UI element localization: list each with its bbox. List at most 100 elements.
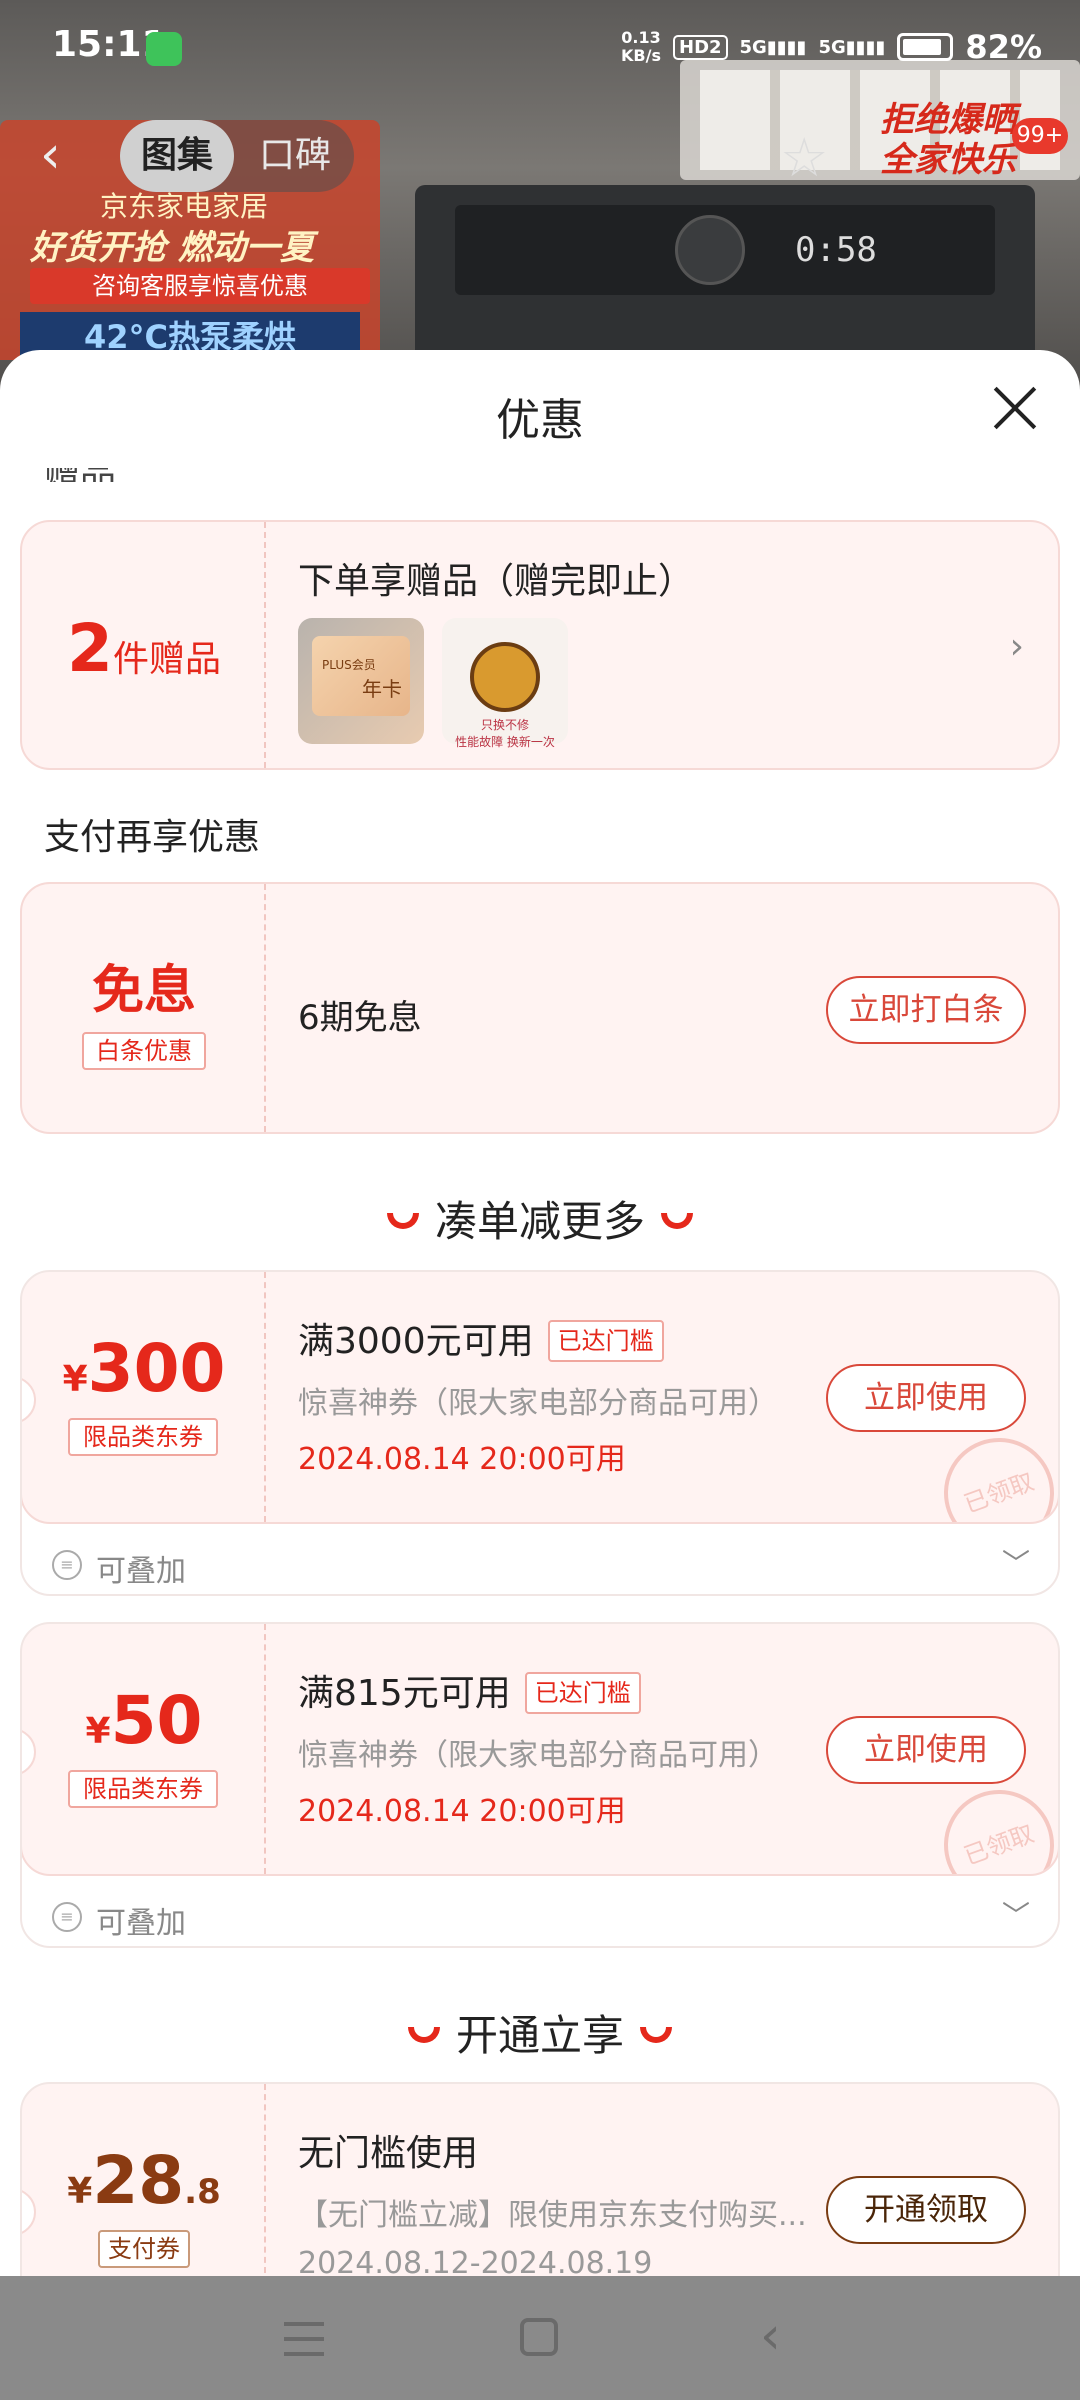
warranty-seal-graphic [470, 642, 540, 712]
coupon-payment-date: 2024.08.12-2024.08.19 [298, 2246, 653, 2276]
smile-left-icon [386, 1212, 419, 1229]
stackable-row[interactable]: ≡ 可叠加 ﹀ [22, 1878, 1058, 1946]
gift-count-unit: 件赠品 [112, 639, 221, 680]
interest-free-label: 免息 [91, 961, 196, 1021]
amount-value: 300 [87, 1330, 226, 1407]
home-icon[interactable] [520, 2318, 558, 2356]
coupon-50-amount: ¥50 [22, 1682, 266, 1759]
coupon-50-left: ¥50 限品类东券 [22, 1624, 266, 1874]
gift-title: 下单享赠品（赠完即止） [298, 561, 695, 602]
gift-card-left: 2件赠品 [22, 522, 266, 768]
discount-sheet: 优惠 赠品 2件赠品 下单享赠品（赠完即止） PLUS会员 年卡 只换不修 性能… [0, 350, 1080, 2276]
coupon-threshold-text: 满3000元可用 [298, 1321, 534, 1362]
stackable-row[interactable]: ≡ 可叠加 ﹀ [22, 1526, 1058, 1594]
threshold-reached-badge: 已达门槛 [524, 1672, 641, 1714]
coupon-50: ¥50 限品类东券 满815元可用 已达门槛 惊喜神券（限大家电部分商品可用） 2… [20, 1622, 1060, 1948]
gift-count-number: 2 [67, 610, 113, 687]
more-section-title: 凑单减更多 [0, 1188, 1080, 1249]
stack-icon: ≡ [52, 1902, 82, 1932]
coupon-payment-left: ¥28.8 支付券 [22, 2084, 266, 2276]
back-chevron-icon[interactable]: ‹ [40, 125, 61, 185]
coupon-threshold-text: 满815元可用 [298, 1673, 511, 1714]
coupon-category-tag: 限品类东券 [68, 1418, 218, 1456]
chevron-down-icon[interactable]: ﹀ [1002, 1894, 1030, 1934]
coupon-300-left: ¥300 限品类东券 [22, 1272, 266, 1522]
smile-right-icon [640, 2026, 672, 2043]
use-now-button[interactable]: 立即使用 [826, 1716, 1026, 1784]
coupon-payment-body: ¥28.8 支付券 无门槛使用 【无门槛立减】限使用京东支付购买... 2024… [22, 2084, 1058, 2276]
network-speed: 0.13 KB/s [621, 29, 661, 65]
open-claim-button[interactable]: 开通领取 [826, 2176, 1026, 2244]
network-speed-value: 0.13 [621, 28, 661, 47]
scrolled-section-label: 赠品 [44, 468, 116, 482]
use-now-button[interactable]: 立即使用 [826, 1364, 1026, 1432]
banner-line3: 咨询客服享惊喜优惠 [30, 268, 370, 304]
star-icon[interactable]: ☆ [780, 126, 828, 189]
coupon-payment-amount: ¥28.8 [22, 2142, 266, 2219]
coupon-date: 2024.08.14 20:00可用 [298, 1442, 626, 1477]
chevron-down-icon[interactable]: ﹀ [1002, 1542, 1030, 1582]
system-nav-bar: ‹ [0, 2276, 1080, 2400]
smile-right-icon [661, 1212, 693, 1229]
tab-gallery[interactable]: 图集 [120, 120, 234, 192]
stackable-label: 可叠加 [96, 1906, 186, 1941]
open-section-title-text: 开通立享 [455, 2011, 624, 2060]
signal-5g-label: 5G [739, 36, 767, 58]
gift-image-plus-card[interactable]: PLUS会员 年卡 [298, 618, 424, 744]
washer-knob [675, 215, 745, 285]
network-speed-unit: KB/s [621, 46, 661, 65]
installment-text: 6期免息 [298, 998, 422, 1038]
status-right: 0.13 KB/s HD2 5G▮▮▮▮ 5G▮▮▮▮ 82% [621, 28, 1042, 66]
plus-card-label: 年卡 [362, 677, 402, 701]
warranty-label: 只换不修 [480, 718, 529, 732]
menu-icon[interactable] [284, 2322, 324, 2356]
amount-value: 50 [110, 1682, 203, 1759]
signal-5g-icon: 5G▮▮▮▮ [739, 36, 807, 58]
hd-icon: HD2 [673, 34, 728, 60]
stack-icon: ≡ [52, 1550, 82, 1580]
warranty-caption: 只换不修 性能故障 换新一次 [442, 716, 568, 750]
coupon-payment-title: 无门槛使用 [298, 2133, 479, 2174]
gift-count: 2件赠品 [22, 610, 266, 687]
signal-5g-label-2: 5G [818, 36, 846, 58]
coupon-payment-description: 【无门槛立减】限使用京东支付购买... [298, 2198, 807, 2233]
stackable-label: 可叠加 [96, 1554, 186, 1589]
washer-display: 0:58 [795, 230, 877, 270]
payment-coupon-tag: 支付券 [98, 2230, 190, 2268]
coupon-50-body: ¥50 限品类东券 满815元可用 已达门槛 惊喜神券（限大家电部分商品可用） 2… [22, 1624, 1058, 1876]
wechat-notification-icon [146, 32, 182, 66]
close-icon[interactable] [985, 378, 1045, 438]
coupon-300-body: ¥300 限品类东券 满3000元可用 已达门槛 惊喜神券（限大家电部分商品可用）… [22, 1272, 1058, 1524]
yen-sign: ¥ [62, 1359, 88, 1400]
battery-icon [897, 33, 954, 61]
coupon-threshold: 满815元可用 已达门槛 [298, 1664, 1058, 1716]
smile-left-icon [407, 2026, 440, 2043]
coupon-payment: ¥28.8 支付券 无门槛使用 【无门槛立减】限使用京东支付购买... 2024… [20, 2082, 1060, 2276]
sheet-title: 优惠 [496, 395, 584, 446]
yen-sign: ¥ [67, 2171, 93, 2212]
gift-card[interactable]: 2件赠品 下单享赠品（赠完即止） PLUS会员 年卡 只换不修 性能故障 换新一… [20, 520, 1060, 770]
more-section-title-text: 凑单减更多 [434, 1197, 645, 1246]
pay-card-left: 免息 白条优惠 [22, 884, 266, 1132]
coupon-category-tag: 限品类东券 [68, 1770, 218, 1808]
coupon-300-amount: ¥300 [22, 1330, 266, 1407]
coupon-date: 2024.08.14 20:00可用 [298, 1794, 626, 1829]
battery-percent: 82% [965, 28, 1042, 66]
chevron-right-icon[interactable]: › [1010, 626, 1024, 667]
back-icon[interactable]: ‹ [760, 2306, 781, 2366]
cart-count-badge[interactable]: 99+ [1012, 118, 1068, 154]
signal-5g-icon-2: 5G▮▮▮▮ [818, 36, 886, 58]
pay-section-label: 支付再享优惠 [44, 817, 261, 858]
pay-card: 免息 白条优惠 6期免息 立即打白条 [20, 882, 1060, 1134]
coupon-threshold: 满3000元可用 已达门槛 [298, 1312, 1058, 1364]
coupon-description: 惊喜神券（限大家电部分商品可用） [298, 1386, 778, 1421]
warranty-caption-text: 性能故障 换新一次 [455, 735, 555, 749]
plus-card-sublabel: PLUS会员 [322, 658, 376, 672]
baitiao-button[interactable]: 立即打白条 [826, 976, 1026, 1044]
gift-image-warranty[interactable]: 只换不修 性能故障 换新一次 [442, 618, 568, 749]
coupon-description: 惊喜神券（限大家电部分商品可用） [298, 1738, 778, 1773]
plus-card-graphic: PLUS会员 年卡 [312, 636, 410, 716]
tab-reviews[interactable]: 口碑 [240, 120, 350, 192]
amount-decimal: .8 [184, 2172, 221, 2212]
coupon-300: ¥300 限品类东券 满3000元可用 已达门槛 惊喜神券（限大家电部分商品可用）… [20, 1270, 1060, 1596]
